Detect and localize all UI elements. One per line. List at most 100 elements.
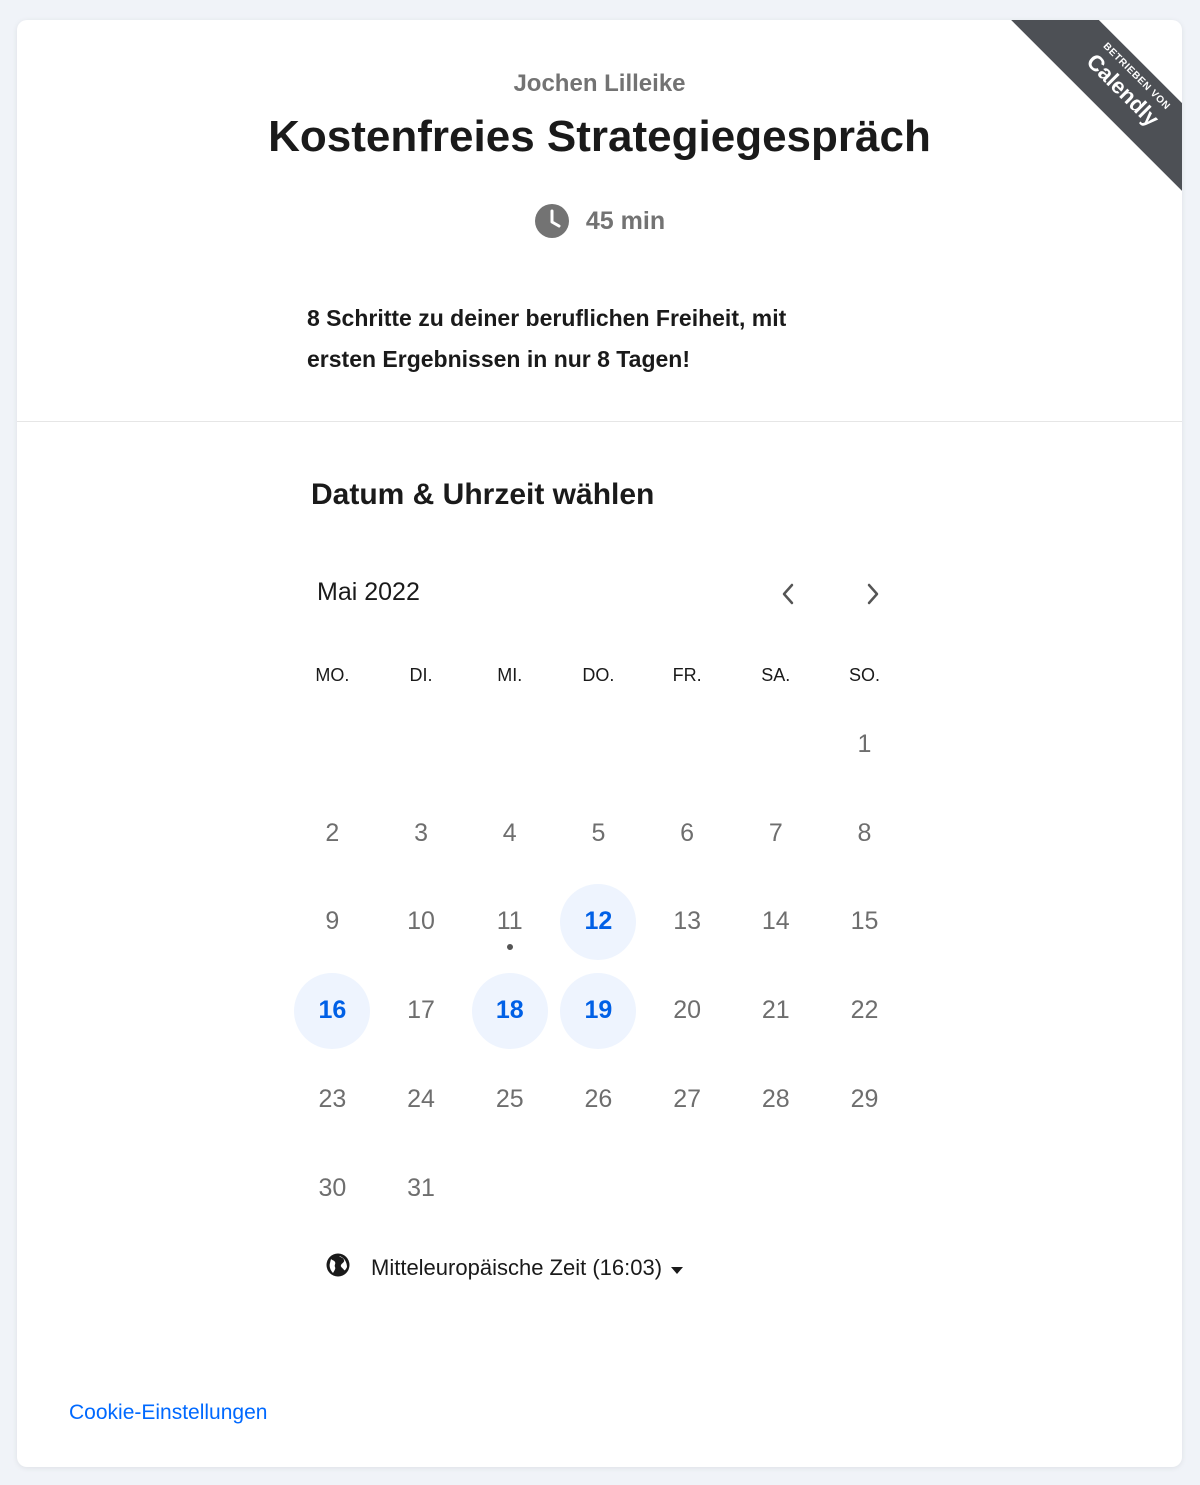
day-number: 24	[407, 1085, 435, 1114]
calendar-day: 4	[465, 789, 554, 878]
calendar-day: 7	[731, 789, 820, 878]
calendar-day: 15	[820, 878, 909, 967]
day-number: 15	[850, 907, 879, 936]
calendar-day-available[interactable]: 16	[288, 966, 377, 1055]
weekday-label: MI.	[497, 665, 523, 685]
booking-card: BETRIEBEN VON Calendly Jochen Lilleike K…	[17, 20, 1182, 1467]
calendar-blank	[377, 700, 466, 789]
day-number: 1	[857, 729, 872, 758]
calendar-day: 25	[465, 1055, 554, 1144]
calendar-day: 2	[288, 789, 377, 878]
chevron-left-icon	[780, 582, 796, 611]
weekday-header: MO. DI. MI. DO. FR. SA. SO.	[288, 665, 909, 686]
today-indicator	[506, 943, 513, 950]
day-number: 7	[768, 818, 783, 847]
calendar-day: 17	[377, 966, 466, 1055]
weekday-label: MO.	[315, 665, 350, 685]
section-divider	[17, 421, 1182, 422]
timezone-selector[interactable]: Mitteleuropäische Zeit (16:03)	[325, 1252, 684, 1284]
day-number: 9	[325, 907, 340, 936]
calendar-day: 6	[643, 789, 732, 878]
day-number: 30	[318, 1173, 347, 1202]
powered-by-ribbon[interactable]: BETRIEBEN VON Calendly	[1008, 20, 1182, 194]
section-title: Datum & Uhrzeit wählen	[311, 478, 655, 511]
calendar-day: 11	[465, 878, 554, 967]
ribbon-band[interactable]: BETRIEBEN VON Calendly	[1010, 20, 1182, 194]
month-label: Mai 2022	[317, 578, 420, 606]
calendar-day: 13	[643, 878, 732, 967]
calendar-day-available[interactable]: 19	[554, 966, 643, 1055]
weekday-label: DI.	[409, 665, 433, 685]
day-number: 3	[414, 818, 428, 847]
duration-label: 45 min	[585, 206, 666, 235]
day-number: 4	[502, 818, 517, 847]
day-number: 14	[761, 907, 790, 936]
calendar-day-available[interactable]: 18	[465, 966, 554, 1055]
calendar-day: 3	[377, 789, 466, 878]
previous-month-button[interactable]	[768, 576, 808, 616]
calendar-day: 1	[820, 700, 909, 789]
description-line: 8 Schritte zu deiner beruflichen Freihei…	[307, 305, 787, 331]
calendar-day: 10	[377, 878, 466, 967]
weekday-label: FR.	[672, 665, 702, 685]
description-line: ersten Ergebnissen in nur 8 Tagen!	[307, 346, 690, 372]
next-month-button[interactable]	[853, 576, 893, 616]
calendar-grid: 1 2 3 4 5 6 7 8 9 10 11 12 13 14 15 16 17 18 19 20 21 22 23 24 2…	[288, 700, 909, 1233]
day-number: 5	[591, 818, 606, 847]
calendar-day: 22	[820, 966, 909, 1055]
calendar-day: 14	[731, 878, 820, 967]
chevron-right-icon	[865, 582, 881, 611]
globe-icon	[325, 1252, 351, 1284]
calendar-day: 24	[377, 1055, 466, 1144]
calendar-blank	[465, 700, 554, 789]
event-description: 8 Schritte zu deiner beruflichen Freihei…	[307, 298, 887, 380]
day-number: 28	[761, 1085, 790, 1114]
calendar-day: 20	[643, 966, 732, 1055]
weekday-label: SA.	[761, 665, 791, 685]
clock-icon	[534, 203, 570, 239]
calendar-blank	[643, 700, 732, 789]
calendar-day-available[interactable]: 12	[554, 878, 643, 967]
weekday-label: SO.	[848, 665, 880, 685]
event-title: Kostenfreies Strategiegespräch	[268, 112, 931, 161]
caret-down-icon	[670, 1255, 684, 1281]
day-number: 29	[850, 1085, 879, 1114]
day-number: 21	[761, 996, 790, 1025]
day-number: 2	[325, 818, 340, 847]
calendar-blank	[554, 700, 643, 789]
day-number: 17	[407, 996, 435, 1025]
day-number: 10	[407, 907, 435, 936]
day-number: 22	[850, 996, 879, 1025]
day-number[interactable]: 19	[560, 972, 637, 1049]
day-number[interactable]: 12	[560, 883, 637, 960]
day-number: 20	[673, 996, 701, 1025]
day-number: 25	[495, 1085, 524, 1114]
timezone-label: Mitteleuropäische Zeit (16:03)	[371, 1255, 663, 1280]
calendar-day: 21	[731, 966, 820, 1055]
day-number[interactable]: 18	[471, 972, 548, 1049]
calendar-blank	[731, 700, 820, 789]
calendar-day: 9	[288, 878, 377, 967]
calendar-day: 26	[554, 1055, 643, 1144]
calendar-day: 27	[643, 1055, 732, 1144]
calendar-day: 8	[820, 789, 909, 878]
calendar-day: 28	[731, 1055, 820, 1144]
calendar-day: 31	[377, 1144, 466, 1233]
calendar-day: 30	[288, 1144, 377, 1233]
calendar-blank	[288, 700, 377, 789]
day-number: 13	[673, 907, 701, 936]
day-number: 31	[407, 1173, 435, 1202]
cookie-settings-link[interactable]: Cookie-Einstellungen	[69, 1401, 267, 1425]
owner-name: Jochen Lilleike	[513, 70, 686, 97]
calendar-day: 23	[288, 1055, 377, 1144]
calendar-day: 29	[820, 1055, 909, 1144]
day-number: 26	[584, 1085, 613, 1114]
day-number: 23	[318, 1085, 347, 1114]
day-number[interactable]: 16	[294, 972, 371, 1049]
weekday-label: DO.	[582, 665, 615, 685]
day-number: 8	[857, 818, 872, 847]
event-duration: 45 min	[17, 203, 1182, 239]
day-number: 6	[680, 818, 695, 847]
day-number: 27	[673, 1085, 701, 1114]
calendar-day: 5	[554, 789, 643, 878]
